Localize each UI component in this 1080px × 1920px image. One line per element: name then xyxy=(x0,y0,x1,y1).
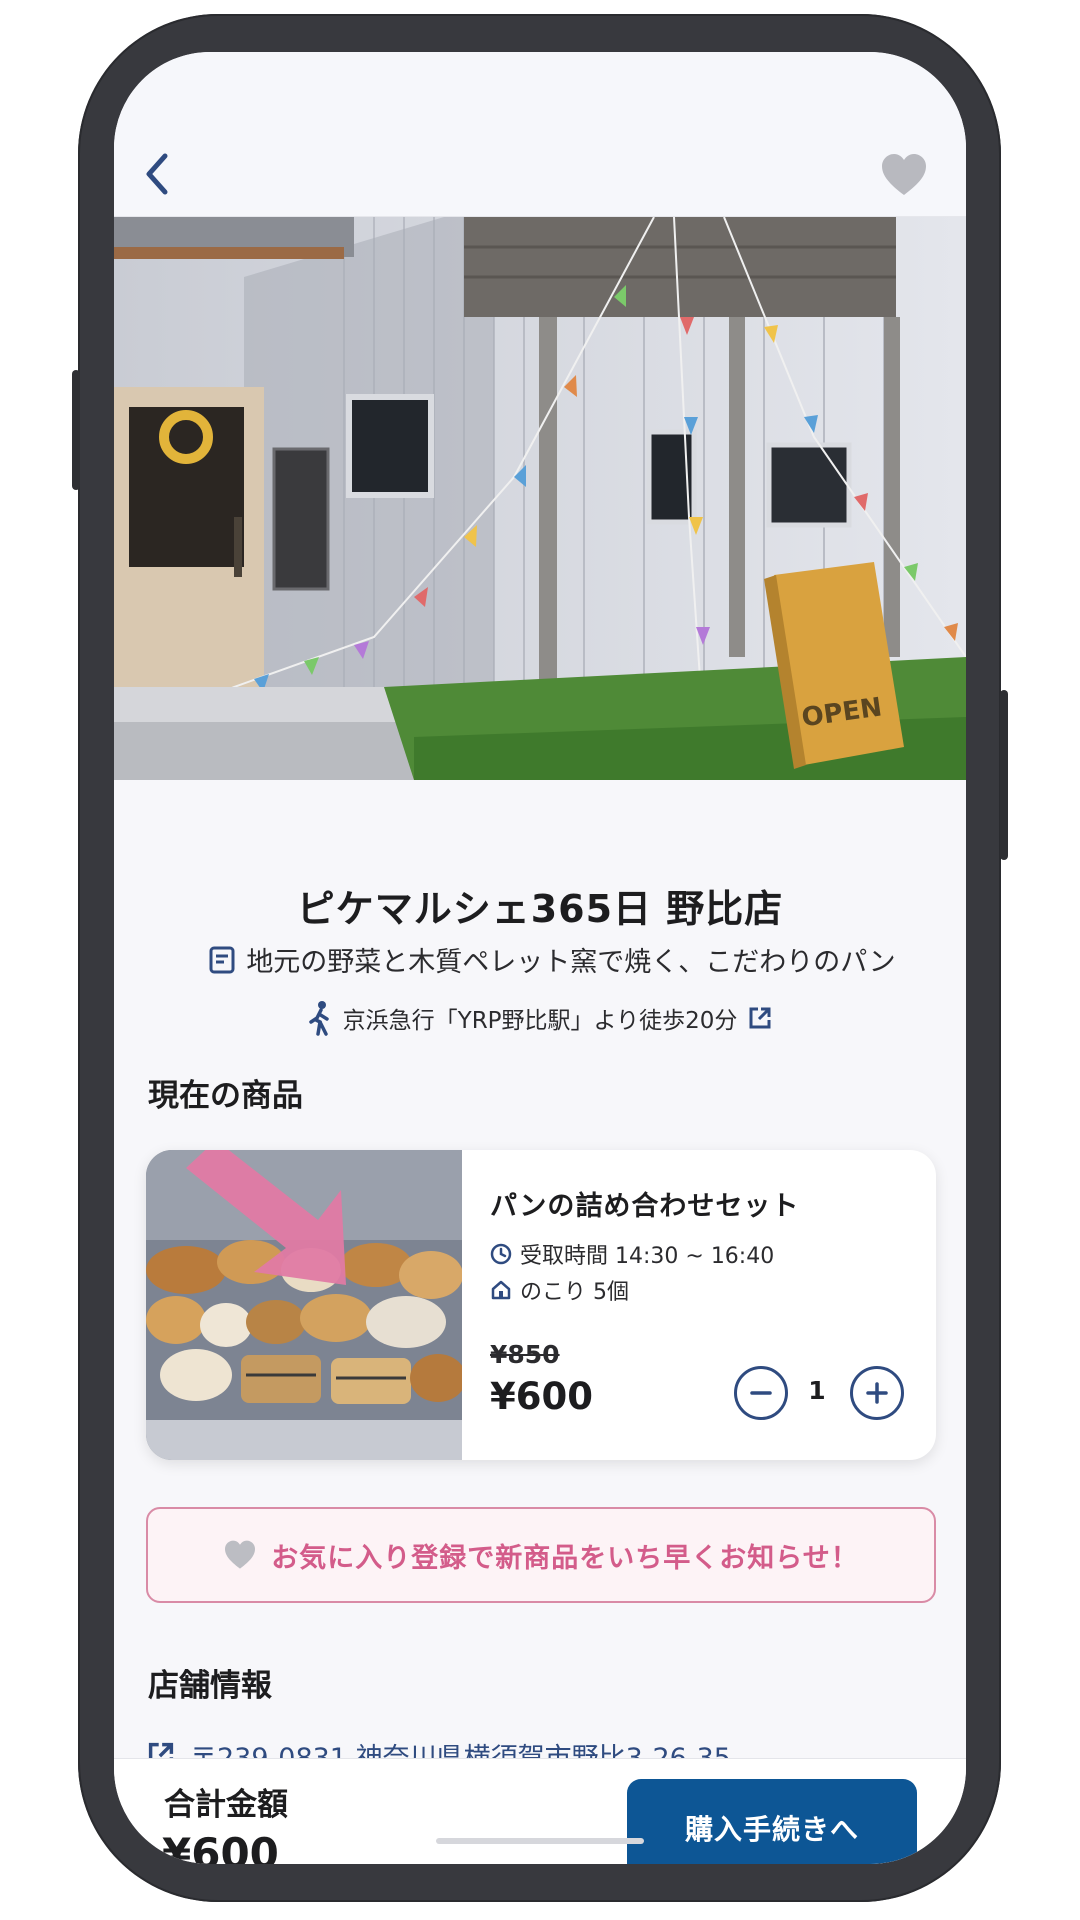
remaining-stock: のこり 5個 xyxy=(490,1274,629,1306)
walking-icon xyxy=(308,1001,329,1036)
phone-side-button xyxy=(1000,690,1008,860)
shop-name: ピケマルシェ365日 野比店 xyxy=(296,887,784,931)
top-bar xyxy=(114,52,966,217)
heart-icon xyxy=(882,154,926,195)
checkout-bar: 合計金額 ¥600 購入手続きへ xyxy=(114,1758,966,1864)
decrease-quantity-button[interactable] xyxy=(734,1366,788,1420)
favorite-register-banner[interactable]: お気に入り登録で新商品をいち早くお知らせ！ xyxy=(146,1507,936,1603)
shop-tagline: 地元の野菜と木質ペレット窯で焼く、こだわりのパン xyxy=(162,940,942,979)
increase-quantity-button[interactable] xyxy=(850,1366,904,1420)
minus-icon xyxy=(750,1391,772,1395)
favorite-banner-text: お気に入り登録で新商品をいち早くお知らせ！ xyxy=(271,1542,859,1574)
pickup-time-text: 受取時間 14:30 ~ 16:40 xyxy=(520,1244,775,1269)
sale-price: ¥600 xyxy=(490,1375,593,1418)
pickup-time: 受取時間 14:30 ~ 16:40 xyxy=(490,1238,774,1270)
product-image xyxy=(146,1150,466,1460)
app-screen: OPEN ピケマルシェ365日 野比店 地元の野菜と木質ペレット窯で焼く、こだわ… xyxy=(114,52,966,1864)
quantity-value: 1 xyxy=(808,1376,826,1405)
plus-icon xyxy=(866,1382,888,1404)
home-indicator xyxy=(436,1838,644,1844)
favorite-button[interactable] xyxy=(876,150,932,200)
current-products-title: 現在の商品 xyxy=(148,1078,303,1114)
clock-icon xyxy=(490,1243,512,1265)
back-button[interactable] xyxy=(136,148,180,200)
product-name: パンの詰め合わせセット xyxy=(490,1191,800,1222)
memo-icon xyxy=(209,946,235,973)
product-card[interactable]: パンの詰め合わせセット 受取時間 14:30 ~ 16:40 のこり 5個 ¥8… xyxy=(146,1150,936,1460)
original-price: ¥850 xyxy=(490,1340,560,1369)
phone-volume-button xyxy=(72,370,80,490)
external-link-icon xyxy=(749,1007,771,1029)
checkout-button[interactable]: 購入手続きへ xyxy=(627,1779,917,1864)
total-label: 合計金額 xyxy=(164,1787,288,1823)
remaining-stock-text: のこり 5個 xyxy=(520,1280,629,1305)
store-info-title: 店舗情報 xyxy=(148,1668,272,1704)
shop-access-text: 京浜急行「YRP野比駅」より徒歩20分 xyxy=(342,1008,738,1034)
back-icon xyxy=(146,153,168,195)
heart-icon xyxy=(225,1540,256,1569)
store-icon xyxy=(491,1280,511,1300)
shop-tagline-text: 地元の野菜と木質ペレット窯で焼く、こだわりのパン xyxy=(246,947,896,978)
shop-access[interactable]: 京浜急行「YRP野比駅」より徒歩20分 xyxy=(114,1000,966,1036)
shop-hero-image: OPEN xyxy=(114,217,966,780)
total-value: ¥600 xyxy=(162,1829,279,1864)
